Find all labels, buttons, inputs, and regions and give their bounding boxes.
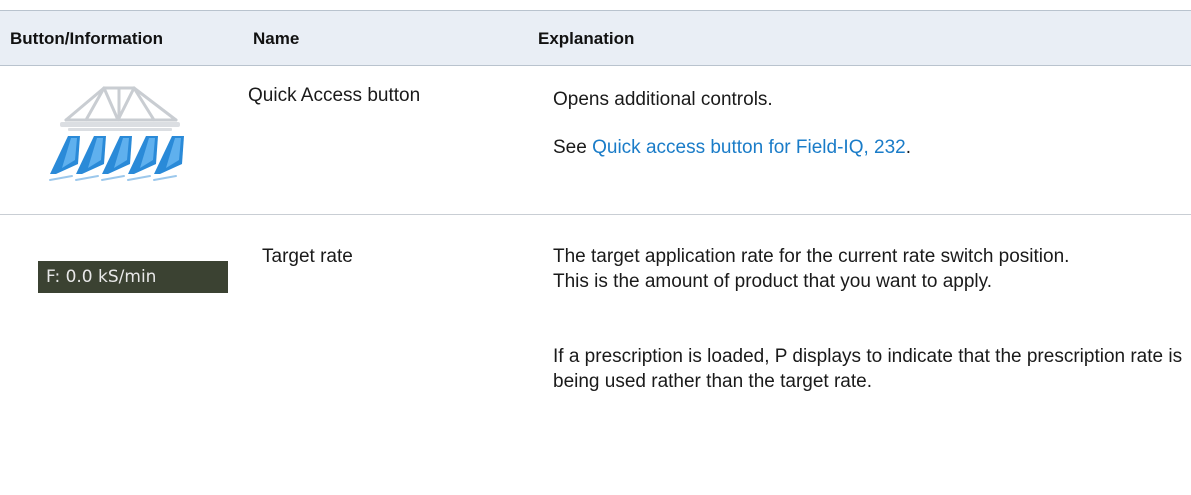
row-name-quick-access: Quick Access button xyxy=(248,85,421,106)
header-explanation: Explanation xyxy=(538,29,635,48)
see-suffix: . xyxy=(905,137,912,158)
quick-access-sprayer-icon xyxy=(49,86,184,181)
table-row: Quick Access button Opens additional con… xyxy=(0,66,1191,215)
header-button-information: Button/Information xyxy=(10,29,163,48)
header-name: Name xyxy=(253,29,300,48)
row-explanation: The target application rate for the curr… xyxy=(553,244,1183,294)
quick-access-link[interactable]: Quick access button for Field-IQ, 232 xyxy=(592,137,906,158)
table-header: Button/Information Name Explanation xyxy=(0,10,1191,66)
see-prefix: See xyxy=(553,137,593,158)
table-row: F: 0.0 kS/min Target rate The target app… xyxy=(0,215,1191,495)
see-reference: See Quick access button for Field-IQ, 23… xyxy=(553,135,911,160)
target-rate-badge: F: 0.0 kS/min xyxy=(38,261,228,293)
explanation-line: The target application rate for the curr… xyxy=(553,246,1070,267)
row-name-target-rate: Target rate xyxy=(262,246,353,267)
row-explanation-prescription: If a prescription is loaded, P displays … xyxy=(553,346,1183,392)
row-explanation: Opens additional controls. xyxy=(553,89,773,110)
explanation-line: This is the amount of product that you w… xyxy=(553,271,993,292)
